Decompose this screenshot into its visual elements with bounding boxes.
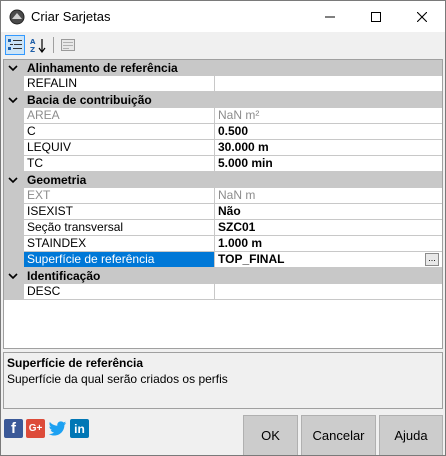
googleplus-icon[interactable]: G+ (26, 419, 45, 438)
category-alinhamento[interactable]: Alinhamento de referência (4, 60, 442, 76)
property-name: Superfície de referência (24, 252, 215, 268)
alphabetical-sort-icon: AZ (30, 38, 46, 53)
property-value-text: TOP_FINAL (218, 252, 285, 266)
property-pages-icon (61, 39, 75, 51)
property-value[interactable]: 5.000 min (215, 156, 442, 172)
collapse-chevron-icon[interactable] (8, 175, 18, 185)
facebook-icon[interactable]: f (4, 419, 23, 438)
property-row-area[interactable]: AREA NaN m² (4, 108, 442, 124)
property-name: TC (24, 156, 215, 172)
cancel-button-label: Cancelar (312, 428, 365, 443)
close-icon (417, 11, 427, 22)
categorized-view-button[interactable] (5, 35, 25, 55)
property-toolbar: AZ (1, 32, 445, 58)
category-label: Bacia de contribuição (27, 93, 152, 107)
property-name: Seção transversal (24, 220, 215, 236)
property-name: EXT (24, 188, 215, 204)
category-label: Geometria (27, 173, 87, 187)
maximize-icon (371, 11, 381, 22)
property-row-secao[interactable]: Seção transversal SZC01 (4, 220, 442, 236)
collapse-chevron-icon[interactable] (8, 95, 18, 105)
property-row-isexist[interactable]: ISEXIST Não (4, 204, 442, 220)
property-name: ISEXIST (24, 204, 215, 220)
window-title: Criar Sarjetas (31, 9, 111, 24)
close-button[interactable] (399, 1, 445, 32)
property-row-desc[interactable]: DESC (4, 284, 442, 300)
category-label: Alinhamento de referência (27, 61, 178, 75)
property-row-lequiv[interactable]: LEQUIV 30.000 m (4, 140, 442, 156)
property-row-tc[interactable]: TC 5.000 min (4, 156, 442, 172)
property-name: AREA (24, 108, 215, 124)
minimize-button[interactable] (307, 1, 353, 32)
property-value[interactable] (215, 284, 442, 300)
property-value[interactable]: TOP_FINAL ... (215, 252, 442, 268)
property-value[interactable]: 0.500 (215, 124, 442, 140)
property-value[interactable]: 1.000 m (215, 236, 442, 252)
app-icon (9, 9, 25, 25)
facebook-glyph: f (11, 420, 16, 437)
linkedin-icon[interactable]: in (70, 419, 89, 438)
help-button-label: Ajuda (394, 428, 428, 443)
description-panel: Superfície de referência Superfície da q… (3, 352, 443, 409)
toolbar-separator (53, 37, 54, 53)
collapse-chevron-icon[interactable] (8, 63, 18, 73)
property-value[interactable]: Não (215, 204, 442, 220)
collapse-chevron-icon[interactable] (8, 271, 18, 281)
maximize-button[interactable] (353, 1, 399, 32)
property-row-refalin[interactable]: REFALIN (4, 76, 442, 92)
alphabetical-sort-button[interactable]: AZ (28, 35, 48, 55)
property-name: REFALIN (24, 76, 215, 92)
property-value: NaN m² (215, 108, 442, 124)
browse-button[interactable]: ... (425, 253, 439, 266)
property-name: STAINDEX (24, 236, 215, 252)
property-row-superficie[interactable]: Superfície de referência TOP_FINAL ... (4, 252, 442, 268)
googleplus-glyph: G+ (28, 423, 43, 434)
property-row-staindex[interactable]: STAINDEX 1.000 m (4, 236, 442, 252)
category-label: Identificação (27, 269, 101, 283)
category-bacia[interactable]: Bacia de contribuição (4, 92, 442, 108)
property-value[interactable]: SZC01 (215, 220, 442, 236)
property-row-ext[interactable]: EXT NaN m (4, 188, 442, 204)
linkedin-glyph: in (74, 421, 85, 436)
cancel-button[interactable]: Cancelar (301, 415, 376, 455)
help-button[interactable]: Ajuda (379, 415, 443, 455)
property-row-c[interactable]: C 0.500 (4, 124, 442, 140)
twitter-icon[interactable] (48, 419, 67, 438)
ok-button[interactable]: OK (243, 415, 298, 455)
ok-button-label: OK (261, 428, 280, 443)
property-name: DESC (24, 284, 215, 300)
categorized-view-icon (8, 39, 22, 50)
property-value: NaN m (215, 188, 442, 204)
svg-text:A: A (30, 38, 36, 46)
description-text: Superfície da qual serão criados os perf… (7, 372, 228, 386)
category-geometria[interactable]: Geometria (4, 172, 442, 188)
property-name: C (24, 124, 215, 140)
svg-text:Z: Z (30, 46, 35, 53)
category-identificacao[interactable]: Identificação (4, 268, 442, 284)
minimize-icon (325, 16, 335, 17)
property-pages-button[interactable] (58, 35, 78, 55)
description-title: Superfície de referência (7, 356, 144, 370)
property-name: LEQUIV (24, 140, 215, 156)
property-value[interactable]: 30.000 m (215, 140, 442, 156)
property-value[interactable] (215, 76, 442, 92)
title-bar: Criar Sarjetas (1, 1, 445, 32)
property-grid: Alinhamento de referência REFALIN Bacia … (3, 59, 443, 349)
dialog-window: Criar Sarjetas AZ Alinhamento de referên… (0, 0, 446, 456)
